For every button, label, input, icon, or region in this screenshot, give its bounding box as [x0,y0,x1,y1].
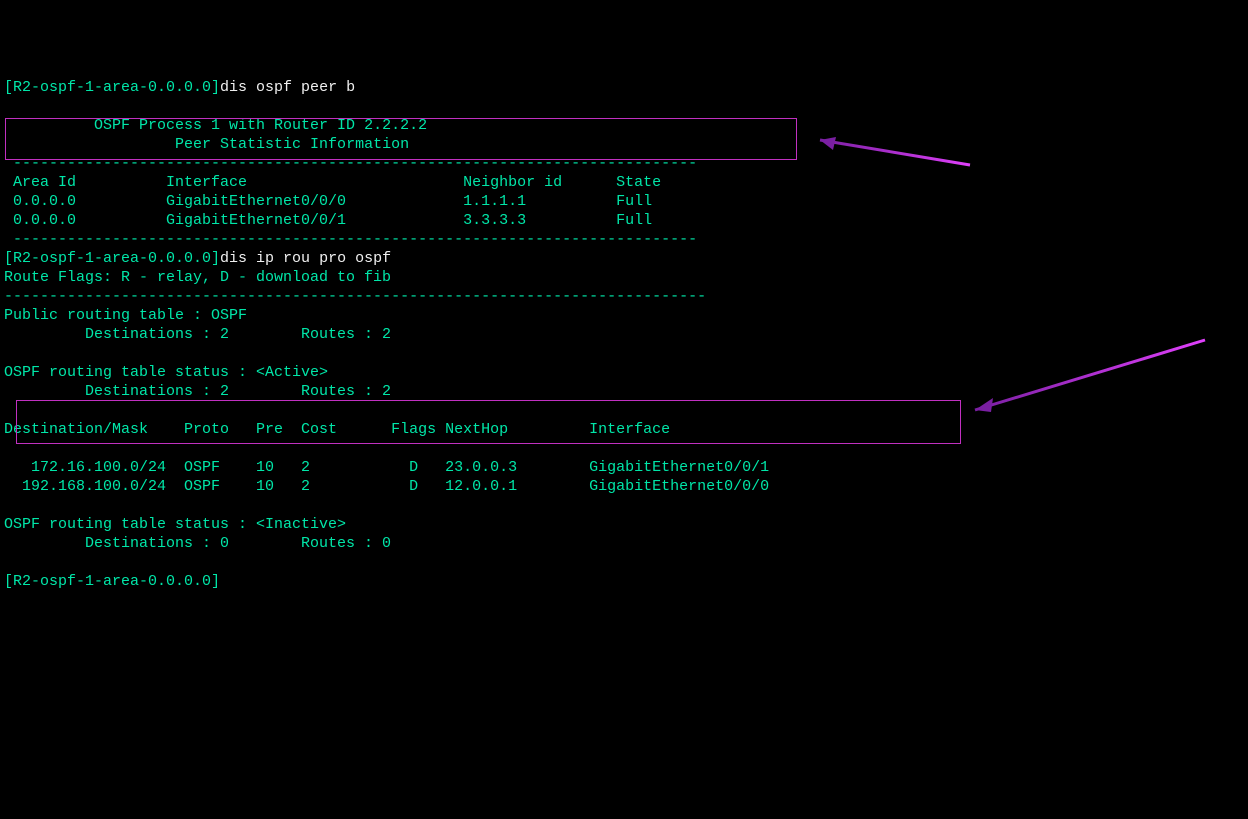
divider: ----------------------------------------… [4,231,697,248]
active-status-header: OSPF routing table status : <Active> [4,364,328,381]
inactive-status-counts: Destinations : 0 Routes : 0 [4,535,391,552]
prompt: [R2-ospf-1-area-0.0.0.0] [4,250,220,267]
route-flags-legend: Route Flags: R - relay, D - download to … [4,269,391,286]
route-table-header: Destination/Mask Proto Pre Cost Flags Ne… [4,421,670,438]
prompt: [R2-ospf-1-area-0.0.0.0] [4,79,220,96]
command-text: dis ospf peer b [220,79,355,96]
peer-table-header: Area Id Interface Neighbor id State [4,174,697,191]
peer-row: 0.0.0.0 GigabitEthernet0/0/0 1.1.1.1 Ful… [4,193,697,210]
divider: ----------------------------------------… [4,288,706,305]
inactive-status-header: OSPF routing table status : <Inactive> [4,516,346,533]
ospf-process-header: OSPF Process 1 with Router ID 2.2.2.2 [4,117,427,134]
public-routing-counts: Destinations : 2 Routes : 2 [4,326,391,343]
terminal-output: [R2-ospf-1-area-0.0.0.0]dis ospf peer b … [4,78,1244,591]
divider: ----------------------------------------… [4,155,697,172]
active-status-counts: Destinations : 2 Routes : 2 [4,383,391,400]
public-routing-header: Public routing table : OSPF [4,307,247,324]
peer-stat-header: Peer Statistic Information [4,136,409,153]
route-row: 172.16.100.0/24 OSPF 10 2 D 23.0.0.3 Gig… [4,459,769,476]
peer-row: 0.0.0.0 GigabitEthernet0/0/1 3.3.3.3 Ful… [4,212,697,229]
prompt: [R2-ospf-1-area-0.0.0.0] [4,573,220,590]
route-row: 192.168.100.0/24 OSPF 10 2 D 12.0.0.1 Gi… [4,478,769,495]
command-text: dis ip rou pro ospf [220,250,391,267]
